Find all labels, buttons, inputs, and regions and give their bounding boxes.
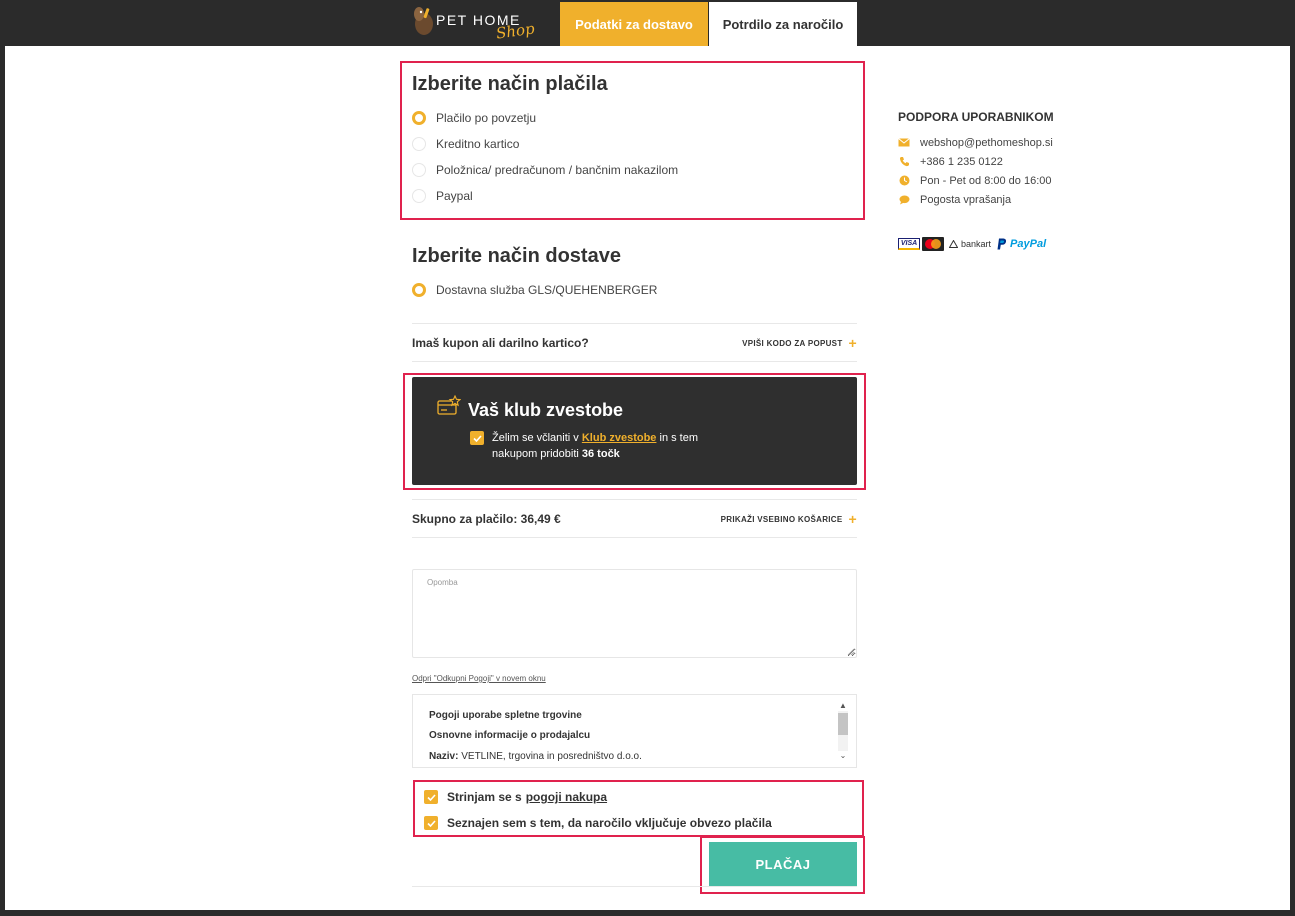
- payment-option-card[interactable]: Kreditno kartico: [412, 137, 519, 151]
- purchase-terms-link[interactable]: pogoji nakupa: [526, 790, 607, 804]
- terms-scrollbox[interactable]: Pogoji uporabe spletne trgovine Osnovne …: [412, 694, 857, 768]
- agree-payment-row[interactable]: Seznajen sem s tem, da naročilo vključuj…: [424, 816, 772, 830]
- tab-delivery-data[interactable]: Podatki za dostavo: [560, 2, 708, 46]
- club-title: Vaš klub zvestobe: [468, 400, 624, 420]
- payment-option-label: Položnica/ predračunom / bančnim nakazil…: [436, 163, 679, 177]
- terms-scrollbar[interactable]: ▲ ⌄: [837, 701, 849, 763]
- tab-order-confirmation[interactable]: Potrdilo za naročilo: [709, 2, 857, 46]
- scroll-thumb[interactable]: [838, 713, 848, 735]
- logo-script: Shop: [494, 19, 536, 43]
- terms-seller-name: Naziv: VETLINE, trgovina in posredništvo…: [429, 751, 642, 762]
- payment-title: Izberite način plačila: [412, 73, 608, 95]
- support-email-text: webshop@pethomeshop.si: [920, 136, 1053, 149]
- agree-terms-checkbox[interactable]: [424, 790, 438, 804]
- terms-heading: Pogoji uporabe spletne trgovine: [429, 710, 582, 721]
- divider: [412, 323, 857, 324]
- terms-seller-label: Naziv:: [429, 751, 459, 762]
- coupon-toggle-button[interactable]: VPIŠI KODO ZA POPUST +: [742, 335, 857, 351]
- envelope-icon: [898, 137, 910, 149]
- support-phone-text: +386 1 235 0122: [920, 155, 1003, 168]
- show-cart-label: PRIKAŽI VSEBINO KOŠARICE: [720, 514, 843, 524]
- paypal-text-a: Pay: [1010, 238, 1030, 250]
- club-points: 36 točk: [581, 448, 620, 460]
- resize-grip-icon[interactable]: [847, 648, 855, 656]
- radio-icon[interactable]: [412, 137, 426, 151]
- divider: [412, 886, 857, 887]
- visa-logo: VISA: [898, 238, 920, 250]
- support-email[interactable]: webshop@pethomeshop.si: [898, 133, 1098, 152]
- coupon-label: Imaš kupon ali darilno kartico?: [412, 336, 589, 350]
- pay-button[interactable]: PLAČAJ: [709, 842, 857, 886]
- bankart-triangle-icon: [949, 240, 958, 248]
- total-label: Skupno za plačilo: 36,49 €: [412, 512, 561, 526]
- open-terms-link[interactable]: Odpri "Odkupni Pogoji" v novem oknu: [412, 674, 546, 683]
- phone-icon: [898, 156, 910, 168]
- support-faq-text: Pogosta vprašanja: [920, 193, 1012, 206]
- check-icon: [426, 819, 436, 827]
- payment-option-bank-transfer[interactable]: Položnica/ predračunom / bančnim nakazil…: [412, 163, 678, 177]
- coupon-toggle-label: VPIŠI KODO ZA POPUST: [742, 338, 843, 348]
- agree-terms-text: Strinjam se s: [447, 790, 522, 804]
- scroll-down-icon[interactable]: ⌄: [837, 751, 849, 760]
- payment-option-label: Plačilo po povzetju: [436, 111, 537, 125]
- support-hours: Pon - Pet od 8:00 do 16:00: [898, 171, 1098, 190]
- paypal-text-b: Pal: [1029, 238, 1047, 250]
- check-icon: [426, 793, 436, 801]
- agree-terms-row[interactable]: Strinjam se s pogoji nakupa: [424, 790, 607, 804]
- club-link[interactable]: Klub zvestobe: [582, 432, 657, 444]
- agree-payment-text: Seznajen sem s tem, da naročilo vključuj…: [447, 816, 772, 830]
- clock-icon: [898, 175, 910, 187]
- agree-payment-checkbox[interactable]: [424, 816, 438, 830]
- support-faq[interactable]: Pogosta vprašanja: [898, 190, 1098, 209]
- club-text-before: Želim se včlaniti v: [492, 432, 582, 444]
- delivery-option-label: Dostavna služba GLS/QUEHENBERGER: [436, 283, 658, 297]
- show-cart-button[interactable]: PRIKAŽI VSEBINO KOŠARICE +: [720, 511, 857, 527]
- chat-bubble-icon: [898, 194, 910, 206]
- terms-seller-value: VETLINE, trgovina in posredništvo d.o.o.: [458, 751, 642, 762]
- scroll-up-icon[interactable]: ▲: [837, 701, 849, 710]
- terms-subheading: Osnovne informacije o prodajalcu: [429, 730, 591, 741]
- divider: [412, 361, 857, 362]
- coupon-row: Imaš kupon ali darilno kartico? VPIŠI KO…: [412, 335, 857, 351]
- dog-logo-icon: [414, 7, 433, 35]
- bankart-text: bankart: [961, 239, 992, 249]
- club-join-checkbox[interactable]: [470, 431, 484, 445]
- top-bar: PET HOME Shop Podatki za dostavo Potrdil…: [0, 0, 1295, 46]
- plus-icon: +: [848, 511, 857, 527]
- plus-icon: +: [848, 335, 857, 351]
- radio-icon[interactable]: [412, 163, 426, 177]
- support-panel: PODPORA UPORABNIKOM webshop@pethomeshop.…: [898, 110, 1098, 209]
- mastercard-logo: [922, 237, 944, 251]
- support-title: PODPORA UPORABNIKOM: [898, 110, 1054, 124]
- support-hours-text: Pon - Pet od 8:00 do 16:00: [920, 174, 1052, 187]
- payment-logos: VISA bankart Pay Pal: [898, 236, 1046, 252]
- paypal-logo: Pay Pal: [997, 238, 1046, 250]
- payment-option-label: Paypal: [436, 189, 473, 203]
- delivery-title: Izberite način dostave: [412, 245, 621, 267]
- total-row: Skupno za plačilo: 36,49 € PRIKAŽI VSEBI…: [412, 511, 857, 527]
- loyalty-card-icon: [437, 395, 461, 415]
- divider: [412, 537, 857, 538]
- radio-selected-icon[interactable]: [412, 111, 426, 125]
- logo[interactable]: PET HOME Shop: [410, 4, 540, 44]
- payment-option-label: Kreditno kartico: [436, 137, 520, 151]
- radio-selected-icon[interactable]: [412, 283, 426, 297]
- bankart-logo: bankart: [949, 239, 991, 249]
- paypal-p-icon: [997, 238, 1007, 250]
- support-phone[interactable]: +386 1 235 0122: [898, 152, 1098, 171]
- payment-option-paypal[interactable]: Paypal: [412, 189, 473, 203]
- delivery-option-gls[interactable]: Dostavna služba GLS/QUEHENBERGER: [412, 283, 657, 297]
- radio-icon[interactable]: [412, 189, 426, 203]
- club-join-text: Želim se včlaniti v Klub zvestobe in s t…: [492, 430, 712, 462]
- note-textarea[interactable]: [412, 569, 857, 658]
- loyalty-club-box: Vaš klub zvestobe Želim se včlaniti v Kl…: [412, 377, 857, 485]
- check-icon: [472, 434, 482, 442]
- divider: [412, 499, 857, 500]
- payment-option-cod[interactable]: Plačilo po povzetju: [412, 111, 536, 125]
